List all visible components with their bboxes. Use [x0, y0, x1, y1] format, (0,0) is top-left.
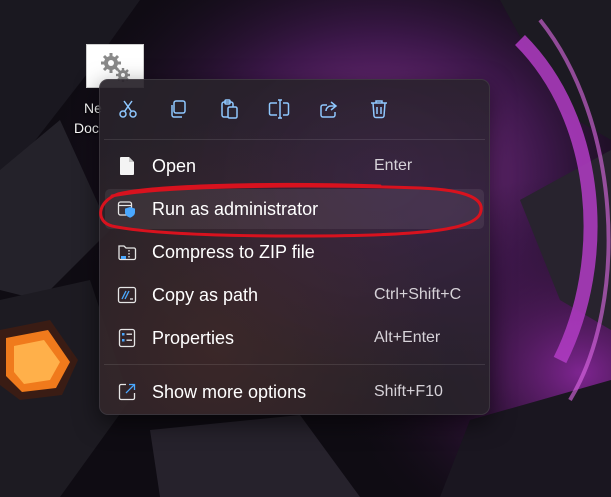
menu-item-shortcut: Enter: [374, 157, 413, 174]
share-icon: [320, 101, 338, 118]
menu-item-shortcut: Shift+F10: [374, 383, 443, 400]
copy-icon: [171, 100, 186, 118]
paste-icon: [221, 99, 238, 119]
context-menu: Open Enter Run as administrator Compress…: [99, 79, 490, 415]
share-button[interactable]: [315, 95, 343, 123]
toolbar-divider: [104, 139, 485, 140]
delete-icon: [371, 100, 387, 119]
copy-button[interactable]: [164, 95, 192, 123]
menu-item-shortcut: Ctrl+Shift+C: [374, 286, 462, 303]
menu-item-show-more-options[interactable]: Show more options Shift+F10: [105, 372, 484, 412]
expand-icon: [118, 383, 136, 401]
menu-item-run-as-administrator[interactable]: Run as administrator: [105, 189, 484, 229]
cut-button[interactable]: [114, 95, 142, 123]
delete-button[interactable]: [365, 95, 393, 123]
copy-path-icon: [117, 286, 137, 304]
menu-divider: [104, 364, 485, 365]
menu-item-label: Show more options: [152, 382, 307, 402]
context-menu-toolbar: [100, 80, 489, 138]
menu-item-label: Open: [152, 156, 197, 176]
paste-button[interactable]: [215, 95, 243, 123]
menu-item-label: Run as administrator: [152, 199, 319, 219]
rename-icon: [268, 99, 290, 119]
menu-item-label: Properties: [152, 328, 235, 348]
zip-folder-icon: [118, 245, 137, 261]
file-name-line-2: Doc: [74, 120, 99, 136]
menu-item-properties[interactable]: Properties Alt+Enter: [105, 318, 484, 358]
menu-item-label: Copy as path: [152, 285, 259, 305]
properties-icon: [118, 328, 136, 348]
menu-item-shortcut: Alt+Enter: [374, 329, 441, 346]
menu-item-compress-to-zip[interactable]: Compress to ZIP file: [105, 232, 484, 272]
menu-item-open[interactable]: Open Enter: [105, 146, 484, 186]
cut-icon: [119, 100, 137, 118]
menu-item-copy-as-path[interactable]: Copy as path Ctrl+Shift+C: [105, 275, 484, 315]
shield-icon: [117, 201, 135, 218]
menu-item-label: Compress to ZIP file: [152, 242, 315, 262]
rename-button[interactable]: [265, 95, 293, 123]
document-icon: [120, 157, 134, 175]
